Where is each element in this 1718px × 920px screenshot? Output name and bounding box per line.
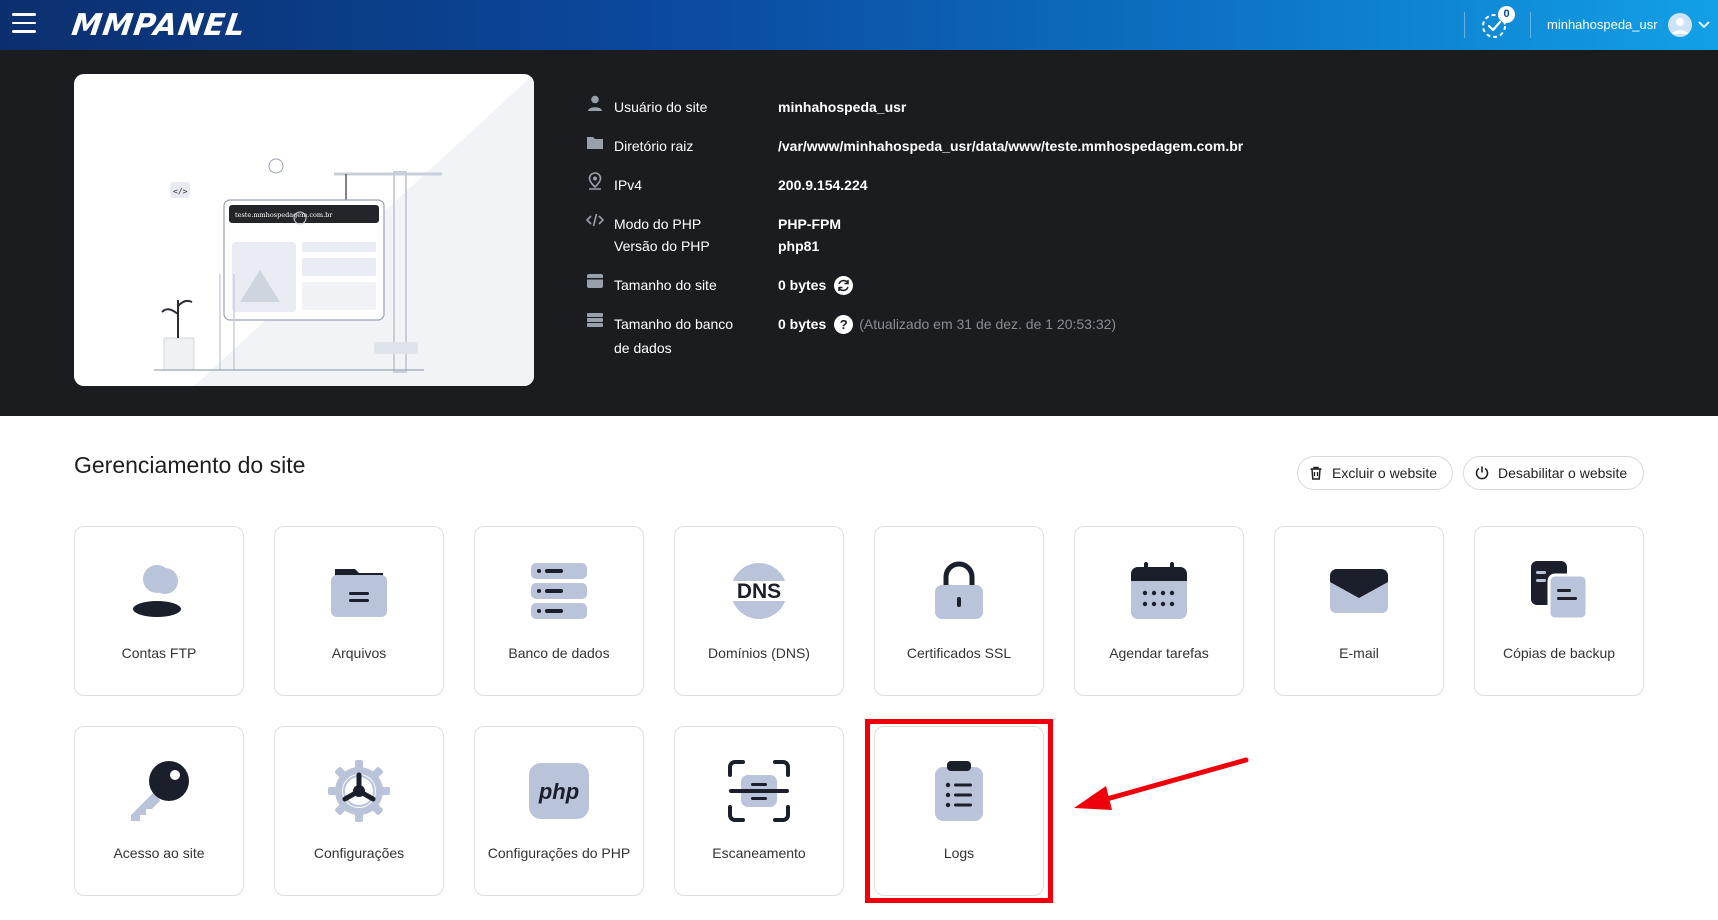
tile-label: Acesso ao site — [113, 845, 205, 861]
info-value: 0 bytes? (Atualizado em 31 de dez. de 1 2… — [778, 312, 1116, 336]
trash-icon — [1310, 466, 1322, 480]
db-size-label: Tamanho do banco — [614, 316, 734, 332]
tile-label: E-mail — [1339, 645, 1379, 661]
site-info-list: Usuário do site minhahospeda_usr Diretór… — [586, 94, 1586, 356]
tile-site-access[interactable]: Acesso ao site — [74, 726, 244, 896]
tile-label: Configurações — [313, 845, 405, 861]
help-icon[interactable]: ? — [834, 314, 854, 334]
email-icon — [1330, 569, 1388, 613]
key-icon — [131, 761, 189, 821]
lock-icon — [935, 561, 983, 619]
info-row-php-mode: Modo do PHP PHP-FPM — [586, 211, 1586, 233]
tile-schedule-tasks[interactable]: Agendar tarefas — [1074, 526, 1244, 696]
info-value: php81 — [778, 238, 820, 254]
avatar[interactable] — [1668, 13, 1692, 37]
tile-label: Arquivos — [331, 645, 387, 661]
chevron-down-icon[interactable] — [1697, 17, 1711, 31]
tile-scan[interactable]: Escaneamento — [674, 726, 844, 896]
files-icon — [331, 569, 387, 617]
disable-website-label: Desabilitar o website — [1498, 465, 1628, 481]
info-row-php-version: Versão do PHP php81 — [586, 233, 1586, 272]
info-value: /var/www/minhahospeda_usr/data/www/teste… — [778, 138, 1244, 154]
tile-files[interactable]: Arquivos — [274, 526, 444, 696]
tile-label: Agendar tarefas — [1109, 645, 1209, 661]
tile-database[interactable]: Banco de dados — [474, 526, 644, 696]
code-icon — [586, 213, 604, 227]
info-label: Tamanho do site — [614, 277, 717, 293]
tile-label: Contas FTP — [121, 645, 197, 661]
location-pin-icon — [588, 172, 602, 190]
tile-php-settings[interactable]: php Configurações do PHP — [474, 726, 644, 896]
annotation-arrow-icon — [1074, 757, 1249, 810]
info-row-root-directory: Diretório raiz /var/www/minhahospeda_usr… — [586, 133, 1586, 172]
backup-copies-icon — [1531, 561, 1589, 621]
database-icon — [587, 313, 603, 327]
info-value: minhahospeda_usr — [778, 99, 907, 115]
topbar-divider — [1464, 12, 1465, 38]
tile-backup-copies[interactable]: Cópias de backup — [1474, 526, 1644, 696]
db-size-label-line2: de dados — [614, 340, 672, 356]
ftp-accounts-icon — [133, 565, 181, 617]
user-icon — [588, 95, 602, 111]
preview-domain: teste.mmhospedagem.com.br — [235, 211, 333, 219]
info-row-site-user: Usuário do site minhahospeda_usr — [586, 94, 1586, 133]
info-label: Diretório raiz — [614, 138, 694, 154]
site-preview: teste.mmhospedagem.com.br </> — [74, 74, 534, 386]
tile-email[interactable]: E-mail — [1274, 526, 1444, 696]
site-size-value: 0 bytes — [778, 277, 827, 293]
highlight-box — [865, 719, 1053, 903]
site-summary: teste.mmhospedagem.com.br </> Usuário do… — [0, 50, 1718, 416]
tile-label: Configurações do PHP — [487, 845, 631, 861]
info-label: Tamanho do banco de dados — [614, 312, 733, 360]
tile-ftp-accounts[interactable]: Contas FTP — [74, 526, 244, 696]
menu-icon[interactable] — [12, 13, 36, 35]
dns-icon: DNS — [727, 563, 791, 619]
info-row-database-size: Tamanho do banco de dados 0 bytes? (Atuali… — [586, 311, 1586, 356]
tile-settings[interactable]: Configurações — [274, 726, 444, 896]
top-bar: MMPANEL 0 minhahospeda_usr — [0, 0, 1718, 50]
tile-ssl-certificates[interactable]: Certificados SSL — [874, 526, 1044, 696]
logo[interactable]: MMPANEL — [70, 8, 249, 43]
svg-text:</>: </> — [173, 187, 188, 196]
refresh-size-button[interactable] — [834, 275, 854, 295]
scan-icon — [728, 760, 790, 822]
info-value: 200.9.154.224 — [778, 177, 868, 193]
refresh-icon — [838, 279, 849, 291]
tile-dns[interactable]: DNS Domínios (DNS) — [674, 526, 844, 696]
folder-icon — [587, 137, 603, 149]
tile-label: Banco de dados — [508, 645, 610, 661]
db-size-value: 0 bytes — [778, 316, 827, 332]
topbar-divider — [1530, 12, 1531, 38]
info-row-ipv4: IPv4 200.9.154.224 — [586, 172, 1586, 211]
power-icon — [1475, 466, 1489, 480]
delete-website-button[interactable]: Excluir o website — [1297, 456, 1453, 490]
tile-label: Domínios (DNS) — [708, 645, 810, 661]
user-name[interactable]: minhahospeda_usr — [1547, 17, 1658, 32]
php-icon: php — [529, 763, 589, 819]
info-label: Usuário do site — [614, 99, 708, 115]
info-label: Versão do PHP — [614, 238, 710, 254]
tile-label: Escaneamento — [712, 845, 806, 861]
svg-text:DNS: DNS — [737, 580, 781, 603]
gear-icon — [328, 760, 390, 822]
database-icon — [531, 563, 587, 619]
info-value: 0 bytes — [778, 273, 854, 297]
disk-icon — [587, 274, 603, 288]
tile-label: Cópias de backup — [1502, 645, 1616, 661]
tile-label: Certificados SSL — [906, 645, 1012, 661]
info-row-site-size: Tamanho do site 0 bytes — [586, 272, 1586, 311]
info-label: IPv4 — [614, 177, 643, 193]
delete-website-label: Excluir o website — [1332, 465, 1438, 481]
svg-text:php: php — [538, 779, 579, 804]
last-updated-note: (Atualizado em 31 de dez. de 1 20:53:32) — [859, 316, 1117, 332]
disable-website-button[interactable]: Desabilitar o website — [1463, 456, 1644, 490]
under-construction-illustration: teste.mmhospedagem.com.br </> — [154, 74, 534, 386]
page-title: Gerenciamento do site — [74, 452, 306, 478]
tasks-count-badge: 0 — [1498, 6, 1515, 23]
calendar-icon — [1131, 562, 1187, 619]
